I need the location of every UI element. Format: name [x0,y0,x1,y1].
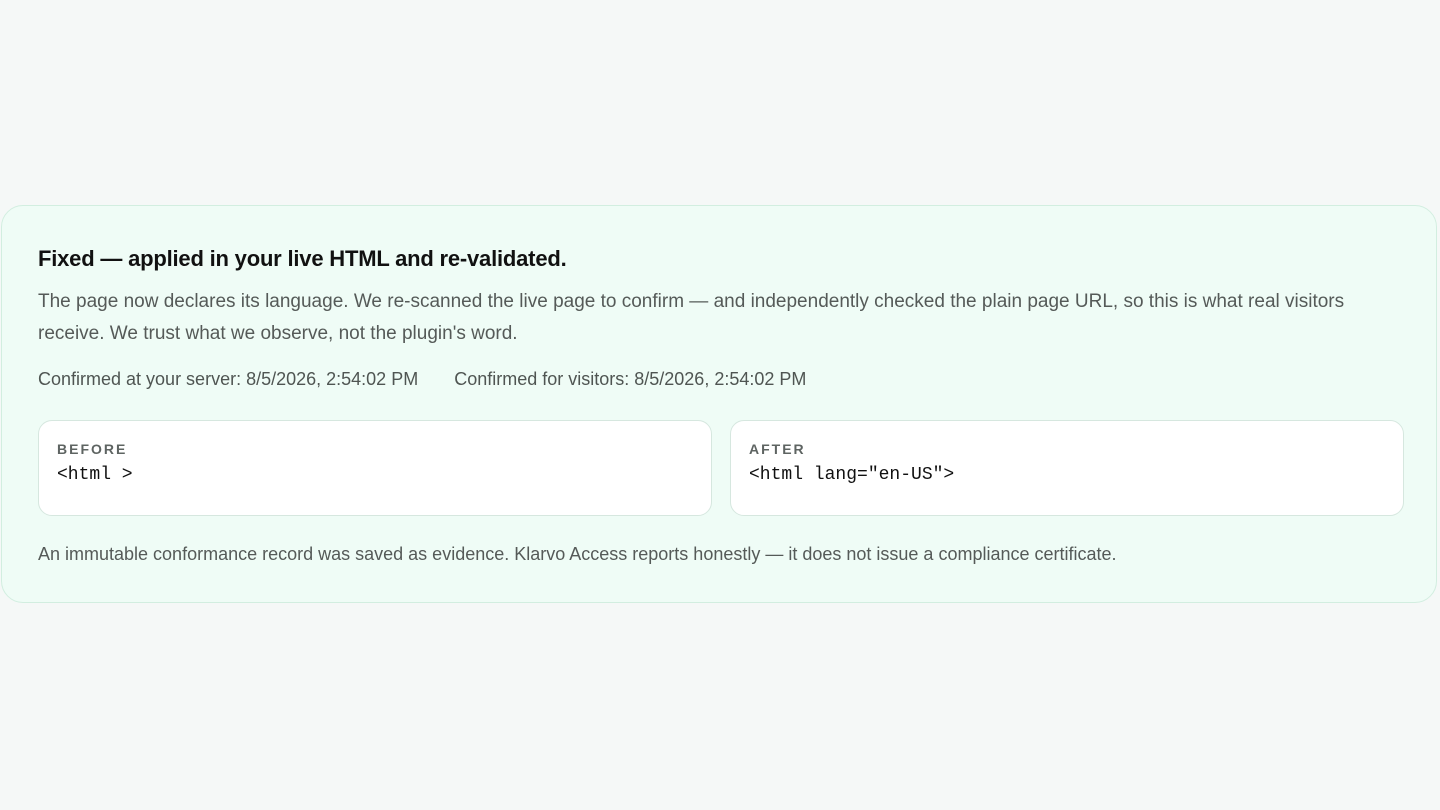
confirmed-server-timestamp: Confirmed at your server: 8/5/2026, 2:54… [38,369,419,389]
evidence-footnote: An immutable conformance record was save… [38,544,1117,564]
before-code: <html > [57,465,133,485]
before-after-comparison: BEFORE <html > AFTER <html lang="en-US"> [38,420,1404,516]
before-panel: BEFORE <html > [38,420,712,516]
after-panel: AFTER <html lang="en-US"> [730,420,1404,516]
before-label: BEFORE [57,441,128,457]
fix-result-card: Fixed — applied in your live HTML and re… [1,205,1437,603]
after-code: <html lang="en-US"> [749,465,955,485]
result-description: The page now declares its language. We r… [38,291,1345,344]
confirmation-row: Confirmed at your server: 8/5/2026, 2:54… [38,369,806,390]
confirmed-visitors-timestamp: Confirmed for visitors: 8/5/2026, 2:54:0… [454,369,807,389]
result-title: Fixed — applied in your live HTML and re… [38,246,567,271]
after-label: AFTER [749,441,806,457]
